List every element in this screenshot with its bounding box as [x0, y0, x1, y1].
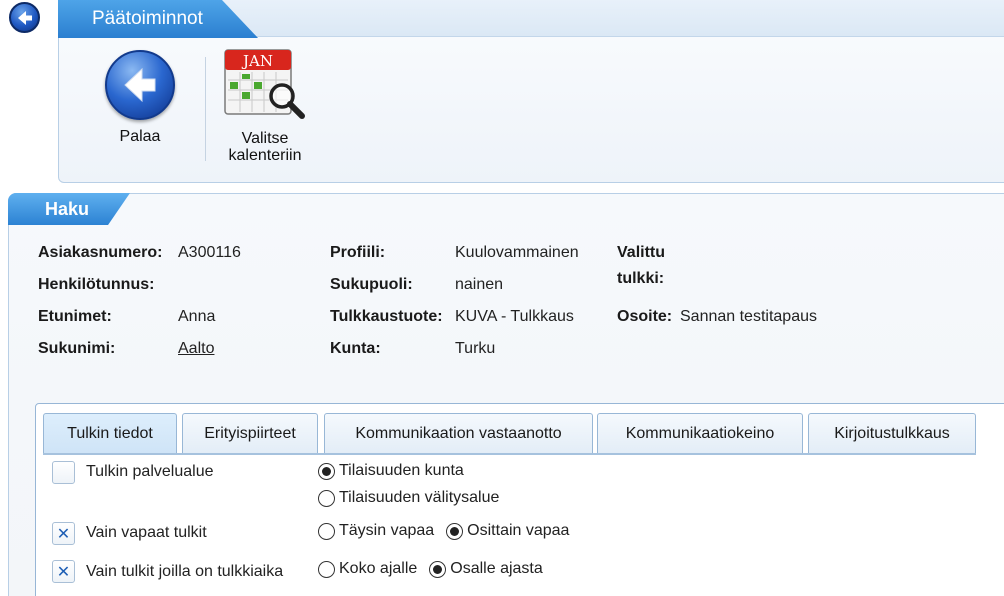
- palvelualue-label: Tulkin palvelualue: [86, 463, 214, 480]
- henkilotunnus-label: Henkilötunnus:: [38, 276, 155, 293]
- vapaat-radio-2[interactable]: Osittain vapaa: [446, 522, 569, 540]
- palvelualue-radio-1[interactable]: Tilaisuuden kunta: [318, 462, 464, 480]
- tab-label: Kommunikaatiokeino: [625, 424, 775, 442]
- tab-tulkin-tiedot[interactable]: Tulkin tiedot: [43, 413, 177, 453]
- etunimet-label: Etunimet:: [38, 308, 112, 325]
- profiili-label: Profiili:: [330, 244, 386, 261]
- sukunimi-link-wrap: Aalto: [178, 340, 214, 358]
- tulkkiaika-radio-2[interactable]: Osalle ajasta: [429, 560, 543, 578]
- calendar-search-icon: JAN: [224, 48, 306, 120]
- palaa-button[interactable]: Palaa: [105, 50, 175, 145]
- tulkkiaika-checkbox[interactable]: ✕: [52, 560, 75, 583]
- sukunimi-label: Sukunimi:: [38, 340, 116, 357]
- vapaat-label: Vain vapaat tulkit: [86, 524, 207, 541]
- arrow-left-icon: [17, 10, 32, 25]
- tulkkaustuote-label: Tulkkaustuote:: [330, 308, 443, 325]
- calendar-month-text: JAN: [241, 52, 273, 70]
- radio-label: Tilaisuuden kunta: [339, 462, 464, 479]
- tab-kirjoitustulkkaus[interactable]: Kirjoitustulkkaus: [808, 413, 976, 453]
- vapaat-radio-1[interactable]: Täysin vapaa: [318, 522, 434, 540]
- etunimet-value: Anna: [178, 308, 216, 325]
- radio-label: Osittain vapaa: [467, 522, 570, 539]
- tulkkaustuote-value: KUVA - Tulkkaus: [455, 308, 574, 325]
- valitse-label-line2: kalenteriin: [228, 147, 302, 164]
- ribbon-tab-label: Päätoiminnot: [92, 8, 203, 29]
- kunta-value: Turku: [455, 340, 496, 357]
- vapaat-radio-group: Täysin vapaa Osittain vapaa: [318, 522, 581, 540]
- tulkkiaika-radio-1[interactable]: Koko ajalle: [318, 560, 417, 578]
- tab-label: Erityispiirteet: [204, 424, 296, 442]
- radio-selected[interactable]: [446, 522, 464, 540]
- vapaat-checkbox[interactable]: ✕: [52, 522, 75, 545]
- valittu-tulkki-label-line2: tulkki:: [617, 270, 665, 287]
- haku-title: Haku: [45, 199, 90, 219]
- ribbon-separator: [205, 57, 206, 161]
- asiakasnumero-value: A300116: [178, 244, 241, 261]
- palaa-label: Palaa: [119, 128, 161, 145]
- radio-label: Koko ajalle: [339, 560, 418, 577]
- tab-underline: [43, 453, 976, 455]
- radio-selected[interactable]: [429, 560, 447, 578]
- check-x-icon: ✕: [56, 525, 71, 543]
- profiili-value: Kuulovammainen: [455, 244, 579, 261]
- valitse-kalenteriin-button[interactable]: JAN Valitse kalenteriin: [224, 48, 306, 164]
- palvelualue-checkbox[interactable]: [52, 461, 75, 484]
- sukupuoli-label: Sukupuoli:: [330, 276, 413, 293]
- radio-label: Osalle ajasta: [450, 560, 543, 577]
- tulkkiaika-radio-group: Koko ajalle Osalle ajasta: [318, 560, 555, 578]
- osoite-value: Sannan testitapaus: [680, 308, 817, 325]
- tulkkiaika-label: Vain tulkit joilla on tulkkiaika: [86, 563, 284, 580]
- valittu-tulkki-label-line1: Valittu: [617, 244, 666, 261]
- back-arrow-icon: [105, 50, 175, 120]
- tab-label: Tulkin tiedot: [67, 424, 153, 442]
- top-back-button[interactable]: [9, 2, 40, 33]
- radio-selected[interactable]: [318, 462, 335, 480]
- valitse-label-line1: Valitse: [241, 130, 289, 147]
- osoite-label: Osoite:: [617, 308, 673, 325]
- radio-unselected[interactable]: [318, 489, 335, 507]
- radio-unselected[interactable]: [318, 522, 335, 540]
- asiakasnumero-label: Asiakasnumero:: [38, 244, 163, 261]
- radio-label: Tilaisuuden välitysalue: [339, 489, 500, 506]
- palvelualue-radio-2[interactable]: Tilaisuuden välitysalue: [318, 489, 499, 507]
- sukunimi-link[interactable]: Aalto: [178, 340, 214, 357]
- check-x-icon: ✕: [56, 563, 71, 581]
- tab-kommunikaatiokeino[interactable]: Kommunikaatiokeino: [597, 413, 803, 453]
- sukupuoli-value: nainen: [455, 276, 504, 293]
- tab-kommunikaation-vastaanotto[interactable]: Kommunikaation vastaanotto: [324, 413, 593, 453]
- tab-label: Kirjoitustulkkaus: [834, 424, 950, 442]
- tab-label: Kommunikaation vastaanotto: [355, 424, 562, 442]
- kunta-label: Kunta:: [330, 340, 381, 357]
- radio-unselected[interactable]: [318, 560, 335, 578]
- radio-label: Täysin vapaa: [339, 522, 435, 539]
- tab-erityispiirteet[interactable]: Erityispiirteet: [182, 413, 318, 453]
